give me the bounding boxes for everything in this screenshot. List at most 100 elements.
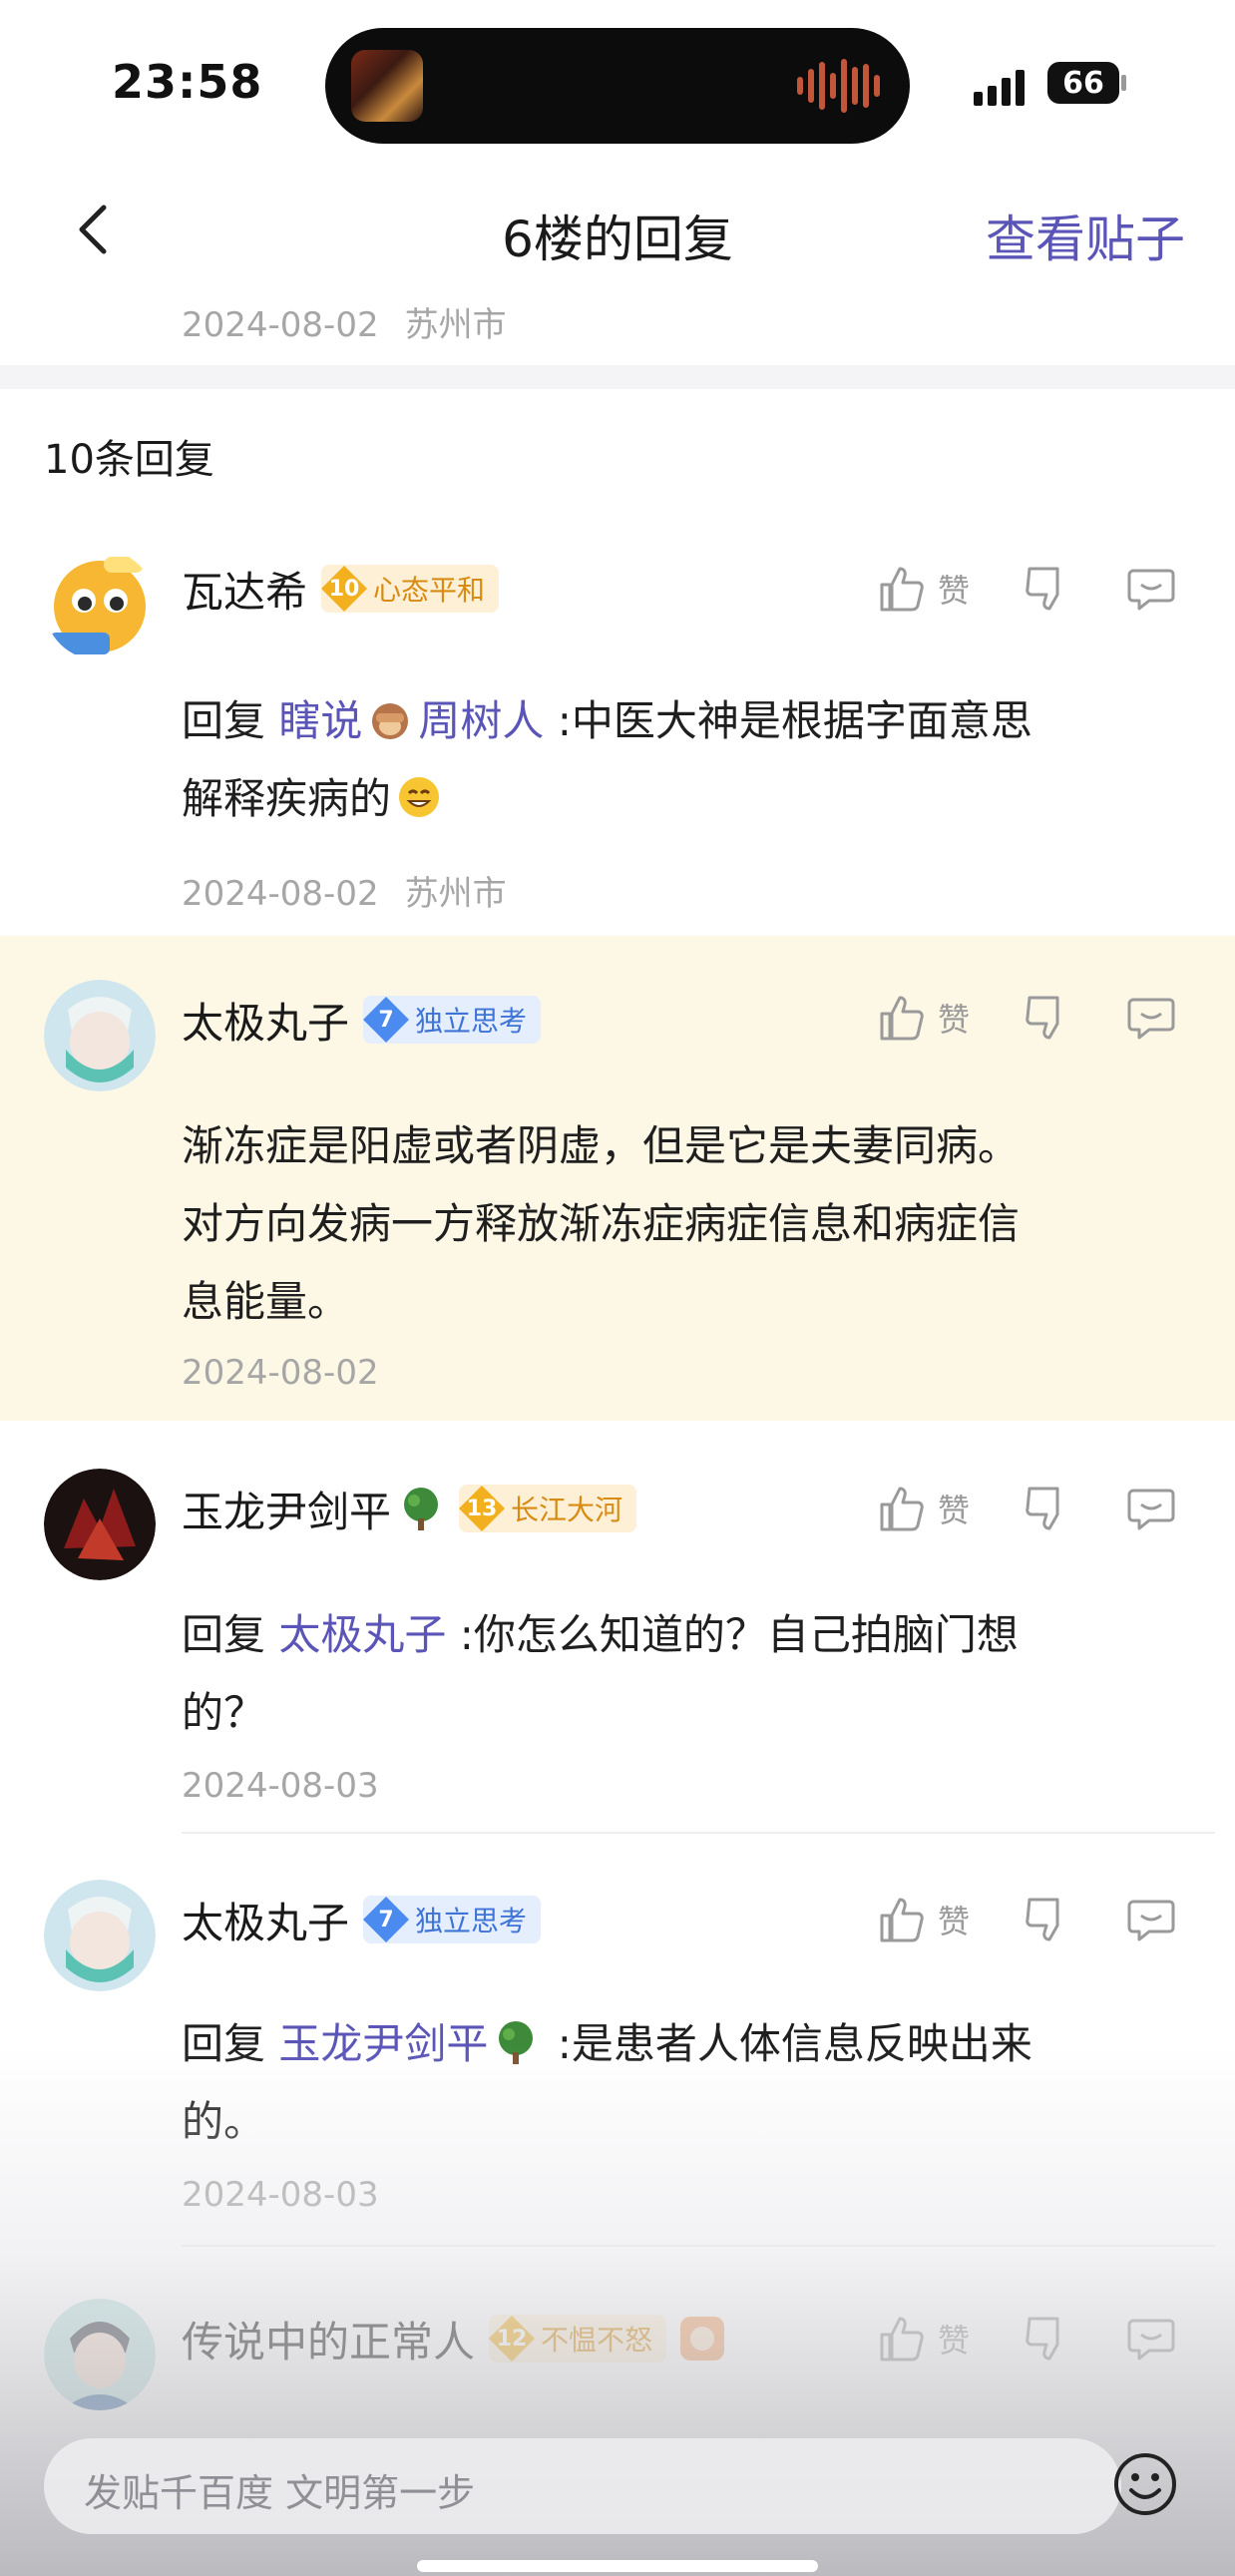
level-title: 独立思考 — [415, 1005, 528, 1038]
level-title: 心态平和 — [373, 574, 486, 607]
reply-header: 太极丸子 7 独立思考 — [182, 1890, 542, 1950]
reply-item: 太极丸子 7 独立思考 赞 回复 玉龙尹剑平 :是患者人体信息反映出来 的。 2… — [0, 1846, 1235, 2247]
now-playing-artwork — [351, 50, 423, 122]
view-post-link[interactable]: 查看贴子 — [986, 200, 1185, 271]
like-label: 赞 — [938, 1001, 971, 1039]
mention-link[interactable]: 瞎说 — [278, 696, 362, 745]
username[interactable]: 太极丸子 — [182, 1890, 349, 1950]
reply-text: :是患者人体信息反映出来 — [557, 2019, 1032, 2068]
username[interactable]: 玉龙尹剑平 — [182, 1479, 391, 1539]
reply-input[interactable]: 发贴千百度 文明第一步 — [44, 2438, 1121, 2534]
thumbs-down-icon[interactable] — [1022, 1894, 1073, 1945]
level-badge: 7 独立思考 — [363, 996, 542, 1044]
reply-content: 回复 瞎说 周树人 :中医大神是根据字面意思 解释疾病的 — [182, 682, 1189, 838]
reply-text: 解释疾病的 — [182, 774, 392, 823]
level-number: 13 — [459, 1486, 506, 1531]
reply-prefix: 回复 — [182, 1610, 266, 1659]
reply-text: 对方向发病一方释放渐冻症病症信息和病症信 — [182, 1199, 1021, 1248]
status-time: 23:58 — [112, 55, 263, 109]
thumbs-down-icon[interactable] — [1022, 563, 1073, 615]
reply-prefix: 回复 — [182, 2019, 266, 2068]
tree-icon — [499, 2021, 534, 2064]
reply-actions: 赞 — [876, 2313, 1235, 2372]
comment-bubble-icon[interactable] — [1125, 563, 1177, 615]
reply-header: 传说中的正常人 12 不愠不怒 — [182, 2309, 725, 2369]
comment-bubble-icon[interactable] — [1125, 1894, 1177, 1945]
level-number: 7 — [363, 997, 410, 1043]
post-meta: 2024-08-02 苏州市 — [182, 297, 507, 346]
signal-icon — [974, 66, 1025, 106]
reply-text: :你怎么知道的？自己拍脑门想 — [459, 1610, 1019, 1659]
thumbs-down-icon[interactable] — [1022, 1483, 1073, 1534]
reply-meta: 2024-08-03 — [182, 1766, 379, 1806]
reply-meta: 2024-08-03 — [182, 2175, 379, 2215]
reply-actions: 赞 — [876, 563, 1235, 623]
reply-location: 苏州市 — [404, 874, 507, 914]
post-date: 2024-08-02 — [182, 305, 379, 345]
like-label: 赞 — [938, 2322, 971, 2360]
level-title: 不愠不怒 — [541, 2324, 653, 2357]
reply-text: 的。 — [182, 2097, 266, 2146]
reply-item-highlighted: 太极丸子 7 独立思考 赞 渐冻症是阳虚或者阴虚，但是它是夫妻同病。 对方向发病… — [0, 936, 1235, 1421]
reply-date: 2024-08-02 — [182, 1353, 379, 1393]
like-label: 赞 — [938, 572, 971, 610]
reply-text: 渐冻症是阳虚或者阴虚，但是它是夫妻同病。 — [182, 1121, 1021, 1170]
level-badge: 13 长江大河 — [459, 1485, 637, 1532]
smile-icon[interactable] — [1111, 2450, 1179, 2518]
like-button[interactable]: 赞 — [876, 1483, 970, 1534]
reply-date: 2024-08-03 — [182, 1766, 379, 1806]
like-button[interactable]: 赞 — [876, 992, 970, 1044]
input-placeholder: 发贴千百度 文明第一步 — [84, 2471, 476, 2515]
thumbs-up-icon — [880, 1487, 924, 1531]
thumbs-up-icon — [880, 567, 924, 612]
reply-prefix: 回复 — [182, 696, 266, 745]
avatar[interactable] — [44, 980, 156, 1091]
like-label: 赞 — [938, 1492, 971, 1529]
level-title: 长江大河 — [511, 1494, 623, 1526]
reply-item: 传说中的正常人 12 不愠不怒 赞 — [0, 2255, 1235, 2414]
battery-cap — [1121, 75, 1126, 91]
mention-link[interactable]: 太极丸子 — [278, 1610, 446, 1659]
reply-date: 2024-08-03 — [182, 2175, 379, 2215]
like-button[interactable]: 赞 — [876, 563, 970, 615]
medal-icon — [680, 2317, 725, 2361]
battery-icon: 66 — [1047, 62, 1119, 104]
comment-bubble-icon[interactable] — [1125, 1483, 1177, 1534]
avatar[interactable] — [44, 1880, 156, 1991]
reply-meta: 2024-08-02 苏州市 — [182, 866, 507, 915]
thumbs-down-icon[interactable] — [1022, 2313, 1073, 2364]
username[interactable]: 瓦达希 — [182, 559, 307, 620]
reply-actions: 赞 — [876, 1894, 1235, 1953]
mention-link[interactable]: 玉龙尹剑平 — [278, 2019, 488, 2068]
mention-link[interactable]: 周树人 — [418, 696, 544, 745]
row-divider — [182, 2245, 1215, 2247]
level-badge: 12 不愠不怒 — [489, 2315, 667, 2362]
reply-text: :中医大神是根据字面意思 — [557, 696, 1032, 745]
section-divider — [0, 365, 1235, 389]
home-indicator[interactable] — [417, 2560, 818, 2572]
like-button[interactable]: 赞 — [876, 1894, 970, 1945]
reply-meta: 2024-08-02 — [182, 1353, 379, 1393]
level-badge: 10 心态平和 — [321, 565, 500, 613]
tree-icon — [404, 1488, 439, 1530]
reply-actions: 赞 — [876, 1483, 1235, 1542]
username[interactable]: 传说中的正常人 — [182, 2309, 475, 2369]
thumbs-up-icon — [880, 2317, 924, 2361]
username[interactable]: 太极丸子 — [182, 990, 349, 1051]
reply-item: 瓦达希 10 心态平和 赞 回复 瞎说 周树人 :中医大神是根据字面意思 解释疾病… — [0, 539, 1235, 938]
avatar[interactable] — [44, 549, 156, 660]
level-title: 独立思考 — [415, 1905, 528, 1937]
avatar[interactable] — [44, 2299, 156, 2410]
grinning-face-icon — [399, 777, 440, 817]
like-button[interactable]: 赞 — [876, 2313, 970, 2364]
avatar[interactable] — [44, 1469, 156, 1580]
level-number: 7 — [363, 1897, 410, 1942]
level-number: 10 — [321, 566, 368, 612]
thumbs-down-icon[interactable] — [1022, 992, 1073, 1044]
dynamic-island[interactable] — [325, 28, 910, 144]
level-badge: 7 独立思考 — [363, 1896, 542, 1943]
reply-date: 2024-08-02 — [182, 874, 379, 914]
comment-bubble-icon[interactable] — [1125, 992, 1177, 1044]
reply-header: 太极丸子 7 独立思考 — [182, 990, 542, 1051]
comment-bubble-icon[interactable] — [1125, 2313, 1177, 2364]
